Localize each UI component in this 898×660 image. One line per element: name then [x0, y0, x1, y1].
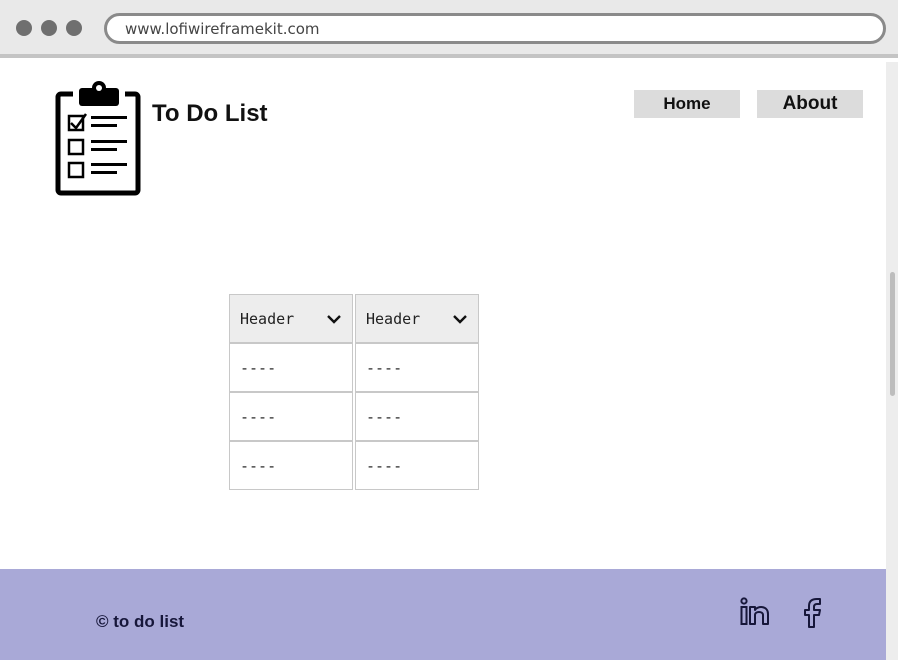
table-cell[interactable]: ---- [355, 343, 479, 392]
column-header-2[interactable]: Header [355, 294, 479, 343]
footer: © to do list [0, 569, 886, 660]
window-control-minimize[interactable] [41, 20, 57, 36]
nav-about-button[interactable]: About [757, 90, 863, 118]
window-control-maximize[interactable] [66, 20, 82, 36]
scrollbar-thumb[interactable] [890, 272, 895, 396]
window-control-close[interactable] [16, 20, 32, 36]
clipboard-checklist-icon [55, 81, 141, 196]
table-header-row: Header Header [229, 294, 479, 343]
table-cell[interactable]: ---- [229, 392, 353, 441]
column-header-label: Header [240, 309, 295, 328]
address-bar-url: www.lofiwireframekit.com [125, 20, 320, 38]
chevron-down-icon[interactable] [326, 314, 342, 324]
todo-table: Header Header ---- ---- ---- ---- ---- -… [227, 294, 481, 490]
browser-chrome: www.lofiwireframekit.com [0, 0, 898, 58]
column-header-1[interactable]: Header [229, 294, 353, 343]
table-cell[interactable]: ---- [229, 441, 353, 490]
copyright-text: © to do list [96, 612, 185, 631]
chevron-down-icon[interactable] [452, 314, 468, 324]
table-row: ---- ---- [229, 392, 479, 441]
page-title: To Do List [152, 100, 268, 127]
facebook-icon[interactable] [797, 597, 829, 629]
column-header-label: Header [366, 309, 421, 328]
vertical-scrollbar[interactable] [886, 62, 898, 660]
table-cell[interactable]: ---- [355, 392, 479, 441]
table-row: ---- ---- [229, 343, 479, 392]
linkedin-icon[interactable] [738, 597, 770, 629]
nav-home-button[interactable]: Home [634, 90, 740, 118]
table-row: ---- ---- [229, 441, 479, 490]
table-cell[interactable]: ---- [229, 343, 353, 392]
address-bar[interactable]: www.lofiwireframekit.com [104, 13, 886, 44]
table-cell[interactable]: ---- [355, 441, 479, 490]
